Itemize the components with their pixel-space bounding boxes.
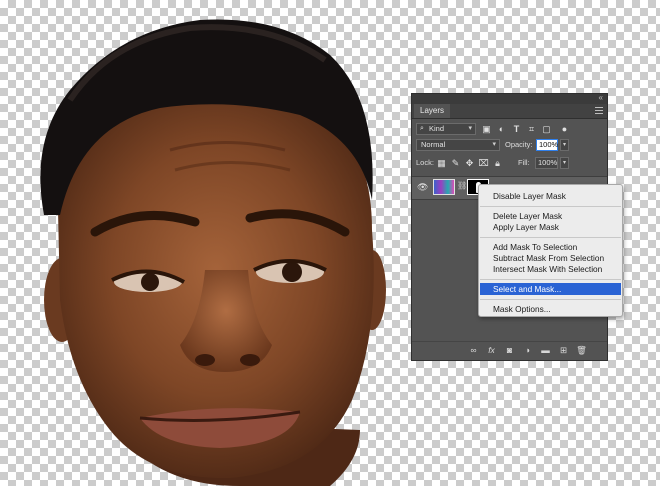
blend-mode-value: Normal (421, 140, 446, 149)
blend-row: Normal ▾ Opacity: 100% ▾ (412, 138, 607, 154)
adjustment-layer-filter-icon[interactable]: ◐ (496, 123, 507, 135)
tab-layers[interactable]: Layers (414, 104, 451, 118)
menu-item-select-and-mask[interactable]: Select and Mask... (480, 283, 621, 295)
kind-filter-select[interactable]: ⌕ Kind ▾ (416, 123, 476, 135)
layer-thumbnail[interactable] (433, 179, 455, 195)
collapse-panel-icon[interactable]: « (599, 93, 603, 103)
pixel-layer-filter-icon[interactable]: ▣ (481, 123, 492, 135)
link-layers-icon[interactable]: ∞ (468, 345, 479, 355)
panel-title-strip: « (412, 93, 607, 104)
adjustment-layer-icon[interactable]: ◑ (522, 345, 533, 355)
eye-icon[interactable]: 👁︎ (417, 182, 428, 193)
menu-item-apply-layer-mask[interactable]: Apply Layer Mask (480, 221, 621, 233)
fill-label: Fill: (518, 158, 530, 167)
lock-artboard-icon[interactable]: ⌧ (478, 157, 489, 169)
opacity-field[interactable]: 100% (536, 139, 558, 151)
trash-icon[interactable]: 🗑︎ (576, 345, 587, 356)
new-layer-icon[interactable]: ⊞ (558, 345, 569, 356)
menu-divider (480, 299, 621, 300)
fill-dropdown-icon[interactable]: ▾ (560, 157, 569, 169)
add-mask-icon[interactable]: ◙ (504, 345, 515, 355)
menu-divider (480, 237, 621, 238)
menu-divider (480, 206, 621, 207)
opacity-label: Opacity: (505, 140, 533, 149)
type-layer-filter-icon[interactable]: T (511, 123, 522, 135)
search-icon: ⌕ (420, 125, 424, 132)
chevron-down-icon: ▾ (468, 125, 472, 132)
panel-tab-bar: Layers (412, 104, 607, 119)
opacity-dropdown-icon[interactable]: ▾ (560, 139, 569, 151)
fill-field[interactable]: 100% (535, 157, 558, 169)
panel-footer: ∞ fx ◙ ◑ ▬ ⊞ 🗑︎ (412, 341, 607, 360)
fx-icon[interactable]: fx (486, 345, 497, 355)
lock-position-icon[interactable]: ✥ (464, 157, 475, 169)
lock-label: Lock: (416, 158, 434, 167)
panel-menu-icon[interactable] (595, 107, 603, 114)
menu-divider (480, 279, 621, 280)
filter-row: ⌕ Kind ▾ ▣ ◐ T ⌗ ▢ ● (412, 122, 607, 138)
layer-mask-context-menu: Disable Layer Mask Delete Layer Mask App… (478, 184, 623, 317)
menu-item-mask-options[interactable]: Mask Options... (480, 303, 621, 315)
lock-all-icon[interactable]: 🔒︎ (492, 157, 503, 169)
chevron-down-icon: ▾ (492, 141, 496, 148)
menu-item-intersect-mask-with-selection[interactable]: Intersect Mask With Selection (480, 263, 621, 275)
blend-mode-select[interactable]: Normal ▾ (416, 139, 500, 151)
chain-icon[interactable]: ⛓︎ (457, 181, 467, 190)
lock-transparent-pixels-icon[interactable]: ▦ (436, 157, 447, 169)
lock-row: Lock: ▦ ✎ ✥ ⌧ 🔒︎ Fill: 100% ▾ (412, 156, 607, 172)
filter-toggle-icon[interactable]: ● (559, 123, 570, 135)
shape-layer-filter-icon[interactable]: ⌗ (526, 123, 537, 135)
menu-item-disable-layer-mask[interactable]: Disable Layer Mask (480, 190, 621, 202)
smart-object-filter-icon[interactable]: ▢ (541, 123, 552, 135)
group-folder-icon[interactable]: ▬ (540, 345, 551, 355)
kind-filter-label: Kind (429, 124, 445, 133)
lock-image-pixels-icon[interactable]: ✎ (450, 157, 461, 169)
